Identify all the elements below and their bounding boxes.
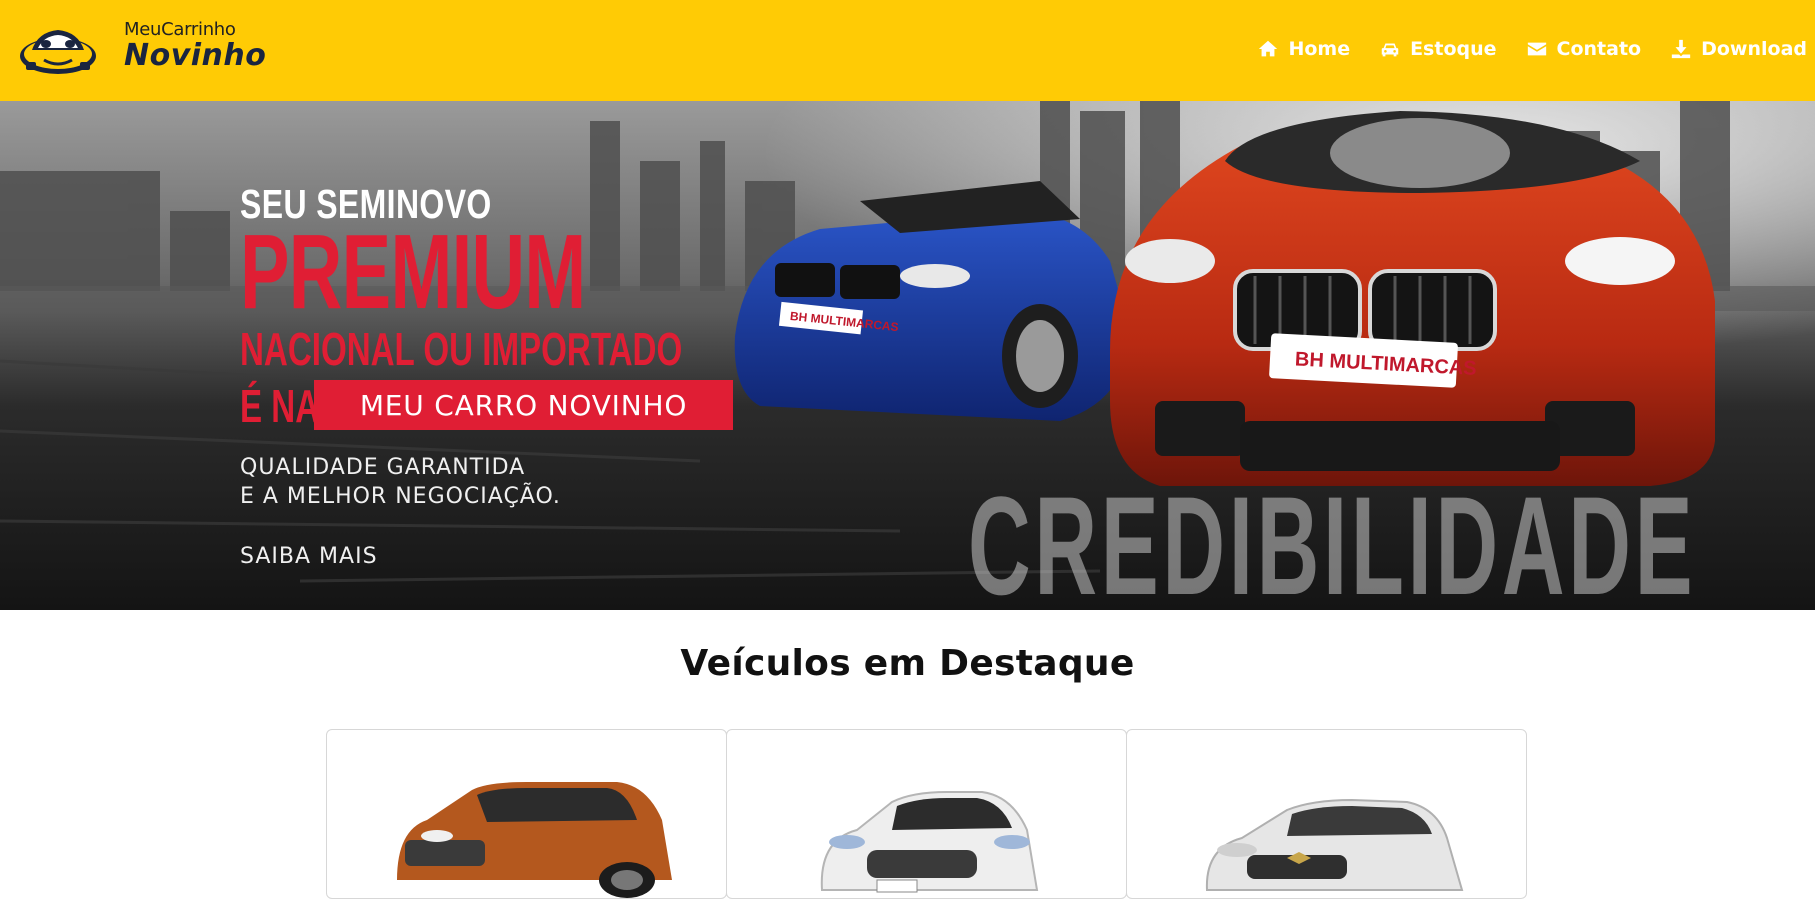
home-icon xyxy=(1259,40,1278,57)
saiba-mais-link[interactable]: SAIBA MAIS xyxy=(240,544,378,569)
hero-banner[interactable]: BH MULTIMARCAS BH MULTIMARCAS SEU SEMINO… xyxy=(0,101,1815,610)
nav-contato-label: Contato xyxy=(1556,38,1642,60)
hero-tagline: QUALIDADE GARANTIDA E A MELHOR NEGOCIAÇÃ… xyxy=(240,453,561,511)
hero-line-4: É NA xyxy=(240,380,320,432)
car-logo-icon[interactable] xyxy=(18,18,98,78)
nav-download-label: Download xyxy=(1701,38,1807,60)
hero-line-premium: PREMIUM xyxy=(240,213,586,331)
featured-cards xyxy=(326,729,1528,899)
nav-home-label: Home xyxy=(1288,38,1351,60)
vehicle-card-3[interactable] xyxy=(1126,729,1527,899)
navbar: MeuCarrinho Novinho Home Estoque Contato… xyxy=(0,0,1815,101)
vehicle-image-white-sedan xyxy=(1205,798,1464,891)
vehicle-card-1[interactable] xyxy=(326,729,727,899)
nav-home[interactable]: Home xyxy=(1257,38,1350,60)
nav-estoque-label: Estoque xyxy=(1410,38,1497,60)
hero-watermark: CREDIBILIDADE xyxy=(968,467,1697,611)
brand-name-big: Novinho xyxy=(124,38,267,73)
vehicle-image-white-hatch xyxy=(820,791,1039,893)
envelope-icon xyxy=(1527,42,1546,56)
hero-brand-badge: MEU CARRO NOVINHO xyxy=(314,380,733,430)
car-icon xyxy=(1381,43,1399,57)
main-nav: Home Estoque Contato Download xyxy=(1228,36,1807,62)
nav-estoque[interactable]: Estoque xyxy=(1379,38,1497,60)
nav-download[interactable]: Download xyxy=(1670,38,1807,60)
hero-tagline-1: QUALIDADE GARANTIDA xyxy=(240,455,526,480)
nav-contato[interactable]: Contato xyxy=(1526,38,1642,60)
vehicle-card-2[interactable] xyxy=(726,729,1127,899)
hero-line-3: NACIONAL OU IMPORTADO xyxy=(240,323,683,375)
vehicle-image-orange-suv xyxy=(397,782,672,898)
brand-name-small: MeuCarrinho xyxy=(124,19,236,40)
hero-brand-badge-text: MEU CARRO NOVINHO xyxy=(359,388,688,422)
download-icon xyxy=(1671,39,1691,59)
featured-title: Veículos em Destaque xyxy=(680,643,1135,684)
hero-tagline-2: E A MELHOR NEGOCIAÇÃO. xyxy=(240,484,561,509)
